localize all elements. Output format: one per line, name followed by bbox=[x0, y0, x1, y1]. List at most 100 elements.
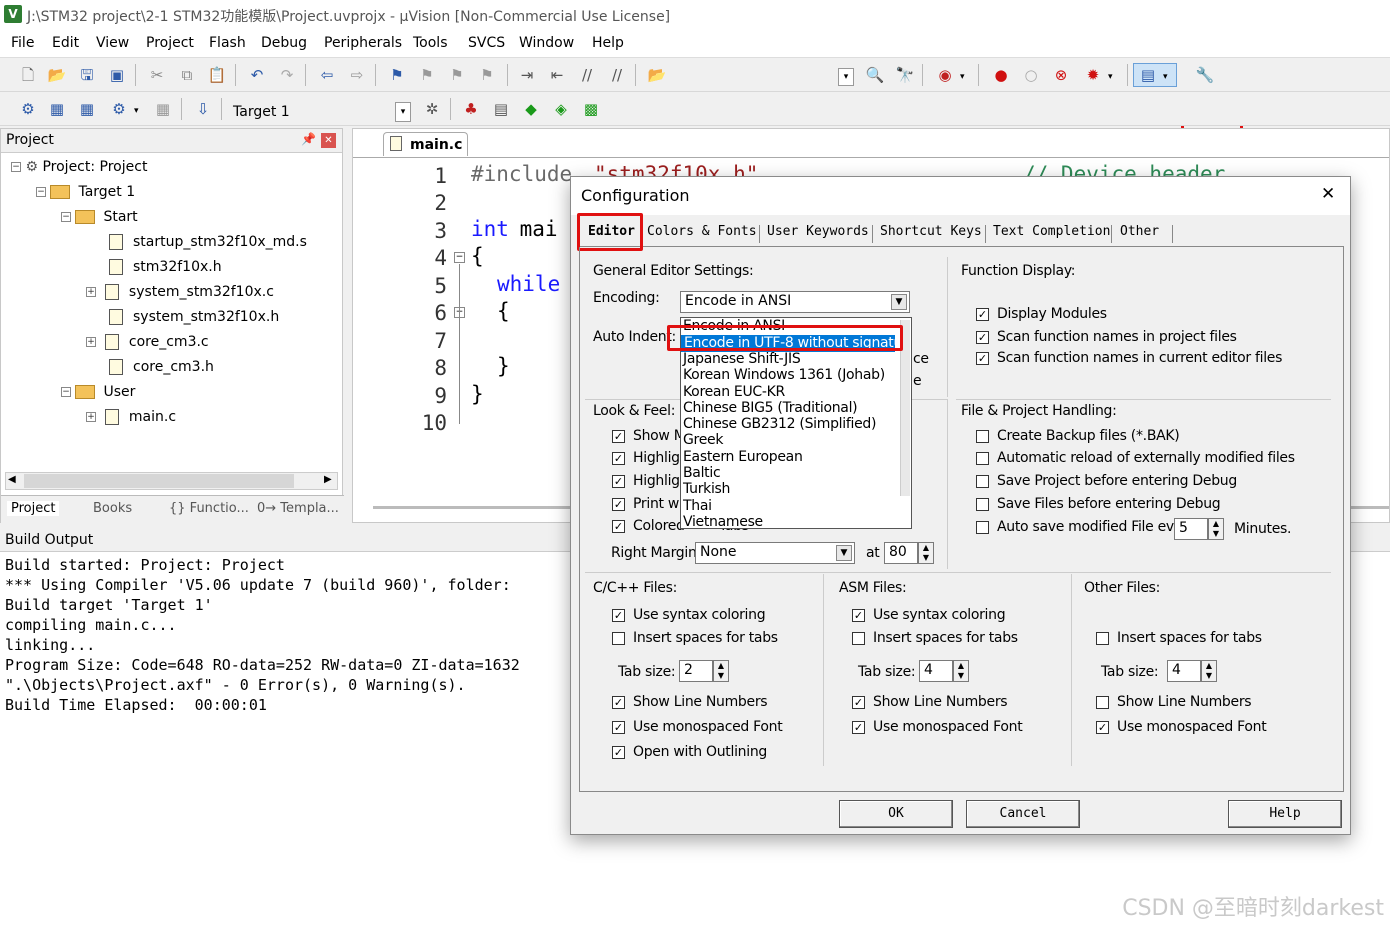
code-brace[interactable]: } bbox=[497, 354, 510, 378]
scroll-thumb[interactable] bbox=[24, 474, 294, 488]
disable-all-breakpoints-icon[interactable]: ⊗ bbox=[1051, 65, 1071, 85]
menu-file[interactable]: File bbox=[11, 35, 34, 51]
rebuild-icon[interactable]: ▦ bbox=[77, 99, 97, 119]
tree-item-file[interactable]: + system_stm32f10x.c bbox=[86, 284, 274, 300]
scan-editor-checkbox[interactable]: ✓ bbox=[976, 352, 989, 365]
manage-rte-icon[interactable]: ◆ bbox=[521, 99, 541, 119]
tab-colors-fonts[interactable]: Colors & Fonts bbox=[647, 224, 757, 239]
asm-spaces-checkbox[interactable] bbox=[852, 632, 865, 645]
encoding-option[interactable]: Korean EUC-KR bbox=[683, 384, 785, 400]
encoding-option[interactable]: Chinese GB2312 (Simplified) bbox=[683, 416, 876, 432]
paste-icon[interactable]: 📋 bbox=[207, 65, 227, 85]
save-all-icon[interactable]: ▣ bbox=[107, 65, 127, 85]
undo-icon[interactable]: ↶ bbox=[247, 65, 267, 85]
download-icon[interactable]: ⇩ bbox=[193, 99, 213, 119]
asm-syntax-checkbox[interactable]: ✓ bbox=[852, 609, 865, 622]
code-keyword[interactable]: while bbox=[497, 272, 560, 296]
display-modules-checkbox[interactable]: ✓ bbox=[976, 308, 989, 321]
cancel-button[interactable]: Cancel bbox=[966, 800, 1080, 828]
horizontal-scrollbar[interactable]: ◀ ▶ bbox=[5, 472, 338, 490]
asm-mono-checkbox[interactable]: ✓ bbox=[852, 721, 865, 734]
tree-item-file[interactable]: + main.c bbox=[86, 409, 176, 425]
indent-icon[interactable]: ⇥ bbox=[517, 65, 537, 85]
c-outlining-checkbox[interactable]: ✓ bbox=[612, 746, 625, 759]
tab-other[interactable]: Other bbox=[1120, 224, 1159, 239]
tree-item-file[interactable]: + core_cm3.c bbox=[86, 334, 209, 350]
tab-project[interactable]: Project bbox=[7, 501, 60, 516]
menu-project[interactable]: Project bbox=[146, 35, 194, 51]
save-icon[interactable]: 🖫 bbox=[77, 65, 97, 85]
spin-buttons-icon[interactable]: ▲ ▼ bbox=[1208, 518, 1224, 540]
stop-build-icon[interactable]: ▦ bbox=[153, 99, 173, 119]
save-project-checkbox[interactable] bbox=[976, 475, 989, 488]
bookmark-icon[interactable]: ⚑ bbox=[387, 65, 407, 85]
encoding-option[interactable]: Greek bbox=[683, 432, 723, 448]
chevron-down-icon[interactable]: ▼ bbox=[891, 294, 907, 310]
debug-session-icon[interactable]: ◉ bbox=[935, 65, 955, 85]
look-feel-checkbox[interactable]: ✓ bbox=[612, 430, 625, 443]
encoding-option[interactable]: Thai bbox=[683, 498, 712, 514]
tree-item-file[interactable]: startup_stm32f10x_md.s bbox=[109, 234, 307, 250]
new-file-icon[interactable]: 🗋 bbox=[18, 65, 38, 85]
bookmark-clear-icon[interactable]: ⚑ bbox=[477, 65, 497, 85]
encoding-option[interactable]: Turkish bbox=[683, 481, 730, 497]
other-tab-size-input[interactable]: 4 bbox=[1167, 660, 1201, 682]
target-dropdown-icon[interactable]: ▾ bbox=[395, 102, 411, 122]
right-margin-at-input[interactable]: 80 bbox=[884, 542, 918, 564]
nav-forward-icon[interactable]: ⇨ bbox=[347, 65, 367, 85]
debug-dropdown-icon[interactable]: ▾ bbox=[960, 72, 965, 82]
encoding-option[interactable]: Korean Windows 1361 (Johab) bbox=[683, 367, 885, 383]
build-icon[interactable]: ▦ bbox=[47, 99, 67, 119]
tab-books[interactable]: Books bbox=[93, 501, 132, 516]
tree-item-file[interactable]: stm32f10x.h bbox=[109, 259, 222, 275]
bookmark-prev-icon[interactable]: ⚑ bbox=[417, 65, 437, 85]
translate-icon[interactable]: ⚙ bbox=[18, 99, 38, 119]
menu-edit[interactable]: Edit bbox=[52, 35, 79, 51]
batch-build-icon[interactable]: ⚙ bbox=[109, 99, 129, 119]
c-mono-checkbox[interactable]: ✓ bbox=[612, 721, 625, 734]
tab-text-completion[interactable]: Text Completion bbox=[993, 224, 1110, 239]
code-brace[interactable]: } bbox=[471, 382, 484, 406]
configuration-wrench-icon[interactable]: 🔧 bbox=[1195, 65, 1215, 85]
other-spaces-checkbox[interactable] bbox=[1096, 632, 1109, 645]
pin-icon[interactable]: 📌 bbox=[301, 132, 316, 146]
encoding-option[interactable]: Chinese BIG5 (Traditional) bbox=[683, 400, 858, 416]
scroll-right-icon[interactable]: ▶ bbox=[324, 474, 332, 485]
tab-shortcut-keys[interactable]: Shortcut Keys bbox=[880, 224, 982, 239]
tab-main-c[interactable]: main.c bbox=[383, 132, 468, 156]
code-keyword[interactable]: int bbox=[471, 217, 509, 241]
menu-help[interactable]: Help bbox=[592, 35, 624, 51]
batch-dropdown-icon[interactable]: ▾ bbox=[134, 106, 139, 116]
code-brace[interactable]: { bbox=[471, 244, 484, 268]
right-margin-select[interactable]: None ▼ bbox=[695, 542, 855, 564]
find-combo-dropdown-icon[interactable]: ▾ bbox=[838, 68, 854, 86]
tab-user-keywords[interactable]: User Keywords bbox=[767, 224, 869, 239]
menu-tools[interactable]: Tools bbox=[413, 35, 448, 51]
fold-toggle-icon[interactable]: − bbox=[454, 252, 465, 263]
backup-files-checkbox[interactable] bbox=[976, 430, 989, 443]
tree-item-start[interactable]: − Start bbox=[61, 209, 138, 225]
encoding-option[interactable]: Vietnamese bbox=[683, 514, 763, 528]
auto-reload-checkbox[interactable] bbox=[976, 452, 989, 465]
tree-item-file[interactable]: system_stm32f10x.h bbox=[109, 309, 279, 325]
close-icon[interactable]: ✕ bbox=[1321, 184, 1335, 204]
asm-line-numbers-checkbox[interactable]: ✓ bbox=[852, 696, 865, 709]
breakpoint-icon[interactable]: ● bbox=[991, 65, 1011, 85]
close-panel-icon[interactable]: ✕ bbox=[321, 133, 336, 148]
menu-svcs[interactable]: SVCS bbox=[468, 35, 505, 51]
spin-buttons-icon[interactable]: ▲ ▼ bbox=[953, 660, 969, 682]
comment-icon[interactable]: // bbox=[577, 65, 597, 85]
scan-project-checkbox[interactable]: ✓ bbox=[976, 331, 989, 344]
redo-icon[interactable]: ↷ bbox=[277, 65, 297, 85]
save-files-checkbox[interactable] bbox=[976, 498, 989, 511]
unindent-icon[interactable]: ⇤ bbox=[547, 65, 567, 85]
find-icon[interactable]: 🔍 bbox=[865, 65, 885, 85]
auto-save-minutes-input[interactable]: 5 bbox=[1174, 518, 1208, 540]
kill-breakpoints-icon[interactable]: ✹ bbox=[1083, 65, 1103, 85]
scroll-left-icon[interactable]: ◀ bbox=[8, 474, 16, 485]
other-mono-checkbox[interactable]: ✓ bbox=[1096, 721, 1109, 734]
options-for-target-icon[interactable]: ✲ bbox=[422, 99, 442, 119]
help-button[interactable]: Help bbox=[1228, 800, 1342, 828]
c-spaces-checkbox[interactable] bbox=[612, 632, 625, 645]
ok-button[interactable]: OK bbox=[839, 800, 953, 828]
